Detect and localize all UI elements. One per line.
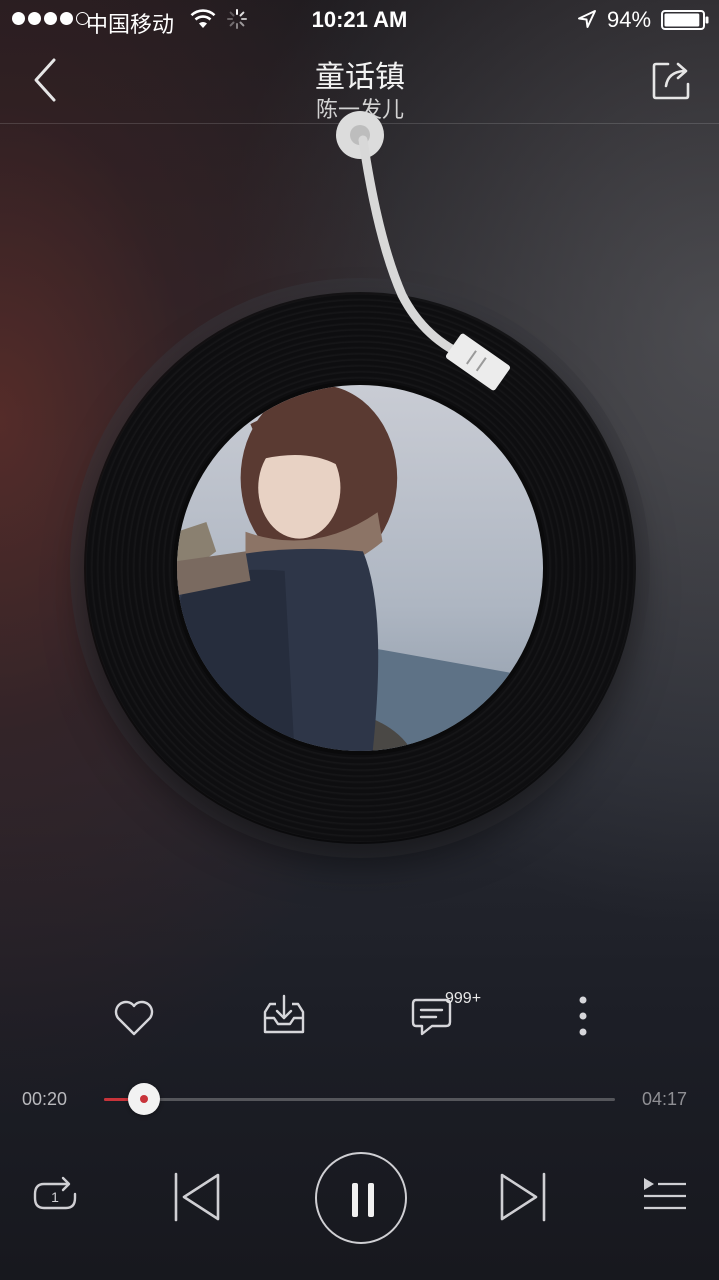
like-button[interactable] (110, 990, 158, 1046)
song-title: 童话镇 (315, 61, 405, 94)
previous-track-button[interactable] (172, 1170, 224, 1224)
location-arrow-icon (578, 10, 596, 28)
battery-icon (661, 10, 709, 30)
pause-button[interactable] (315, 1152, 407, 1244)
download-button[interactable] (260, 990, 308, 1046)
progress-thumb[interactable] (127, 1083, 160, 1115)
battery-percentage: 94% (607, 7, 652, 32)
playlist-button[interactable] (640, 1176, 688, 1216)
progress-track[interactable] (104, 1098, 615, 1101)
album-cover-image (177, 385, 543, 751)
elapsed-time: 00:20 (22, 1089, 68, 1109)
repeat-one-button[interactable]: 1 (30, 1174, 80, 1218)
status-bar: 中国移动 10:21 AM 94% (0, 0, 719, 40)
tonearm (336, 111, 511, 391)
next-track-button[interactable] (496, 1170, 548, 1224)
progress-thumb-dot (139, 1095, 148, 1103)
pause-bar-left (352, 1183, 358, 1217)
pause-bar-right (368, 1183, 374, 1217)
total-duration: 04:17 (642, 1089, 688, 1109)
back-button[interactable] (28, 56, 64, 104)
comment-count-badge: 999+ (445, 990, 482, 1007)
share-button[interactable] (650, 58, 692, 102)
more-options-button[interactable] (572, 990, 594, 1046)
album-cover[interactable] (173, 381, 547, 755)
svg-text:1: 1 (51, 1189, 59, 1205)
